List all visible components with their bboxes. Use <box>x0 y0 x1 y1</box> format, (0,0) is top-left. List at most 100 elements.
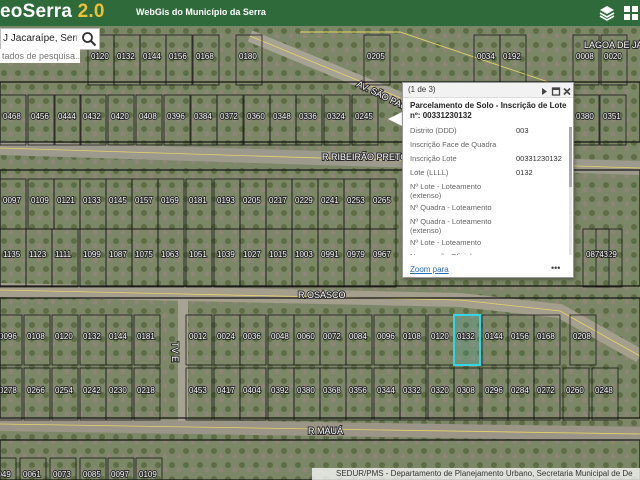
feature-info-popup: (1 de 3) Parcelamento de Solo - Inscriçã… <box>402 82 574 278</box>
attribute-name: Lote (LLLL) <box>410 168 449 177</box>
attribute-row: Inscrição Face de Quadra <box>410 140 565 151</box>
parcel-number-label: 0097 <box>111 470 129 479</box>
parcel-number-label: 0109 <box>139 470 157 479</box>
parcel-number-label: 0360 <box>247 112 265 121</box>
parcel-number-label: 0036 <box>243 332 261 341</box>
parcel-number-label: 0453 <box>189 386 207 395</box>
parcel-number-label: 0408 <box>139 112 157 121</box>
attribute-value: 00331230132 <box>516 154 562 163</box>
parcel-number-label: 0230 <box>109 386 127 395</box>
parcel-number-label: 1039 <box>217 250 235 259</box>
parcel-number-label: 1099 <box>83 250 101 259</box>
search-input[interactable] <box>3 31 77 46</box>
parcel-number-label: 0193 <box>217 196 235 205</box>
attribute-row: Distrito (DDD) 003 <box>410 127 565 137</box>
popup-scrollbar[interactable] <box>569 127 572 255</box>
parcel-number-label: 0208 <box>573 332 591 341</box>
parcel-number-label: 0392 <box>271 386 289 395</box>
parcel-number-label: 0144 <box>143 52 161 61</box>
parcel-number-label: 0072 <box>323 332 341 341</box>
parcel-number-label: 0008 <box>576 52 594 61</box>
parcel-number-label: 0156 <box>511 332 529 341</box>
parcel-number-label: 0284 <box>511 386 529 395</box>
parcel-number-label: 0456 <box>31 112 49 121</box>
parcel-number-label: 0332 <box>403 386 421 395</box>
parcel-number-label: 0260 <box>566 386 584 395</box>
street-name-label: LAGOA DE JA <box>584 40 640 50</box>
scrollbar-thumb[interactable] <box>569 127 572 187</box>
attribute-name: Distrito (DDD) <box>410 127 457 135</box>
parcel-number-label: 1075 <box>135 250 153 259</box>
parcel-number-label: 0121 <box>57 196 75 205</box>
parcel-number-label: 0874 <box>586 250 604 259</box>
parcel-number-label: 0205 <box>367 52 385 61</box>
parcel-number-label: 0145 <box>109 196 127 205</box>
parcel-number-label: 0049 <box>0 470 11 479</box>
attribute-name: Numeração Oficial <box>410 252 510 255</box>
parcel-number-label: 0181 <box>189 196 207 205</box>
parcel-number-label: 1003 <box>295 250 313 259</box>
parcel-number-label: 0253 <box>347 196 365 205</box>
parcel-number-label: 0296 <box>485 386 503 395</box>
attribute-name: Nº Quadra - Loteamento <box>410 203 492 212</box>
app-logo: eoSerra 2.0 <box>0 1 105 23</box>
attribute-row: Nº Lote - Loteamento (extenso) <box>410 182 565 200</box>
attribute-value: 003 <box>516 127 529 135</box>
street-name-label: TV E <box>170 342 180 362</box>
parcel-number-label: 0380 <box>576 112 594 121</box>
attribute-name: Nº Quadra - Loteamento (extenso) <box>410 217 492 235</box>
parcel-number-label: 0012 <box>189 332 207 341</box>
parcel-number-label: 1063 <box>161 250 179 259</box>
search-results-hint: tados de pesquisa... <box>0 49 80 63</box>
parcel-number-label: 0156 <box>169 52 187 61</box>
parcel-number-label: 0060 <box>297 332 315 341</box>
parcel-number-label: 0180 <box>239 52 257 61</box>
parcel-number-label: 1123 <box>29 250 47 259</box>
next-feature-icon[interactable] <box>539 84 549 95</box>
grid-icon[interactable] <box>621 3 640 23</box>
parcel-number-label: 0109 <box>31 196 49 205</box>
parcel-number-label: 0096 <box>0 332 17 341</box>
parcel-number-label: 0368 <box>323 386 341 395</box>
app-header: eoSerra 2.0 WebGis do Município da Serra <box>0 0 640 26</box>
parcel-number-label: 0242 <box>83 386 101 395</box>
parcel-number-label: 0192 <box>503 52 521 61</box>
search-icon[interactable] <box>81 31 97 47</box>
parcel-number-label: 0320 <box>431 386 449 395</box>
parcel-number-label: 0024 <box>217 332 235 341</box>
parcel-number-label: 1015 <box>269 250 287 259</box>
street-name-label: R OSASCO <box>298 290 346 300</box>
close-icon[interactable] <box>562 84 572 96</box>
parcel-number-label: 1135 <box>3 250 21 259</box>
layers-icon[interactable] <box>597 3 617 23</box>
attribute-row: Nº Quadra - Loteamento <box>410 203 565 214</box>
attribute-row: Lote (LLLL) 0132 <box>410 168 565 179</box>
attribute-value: 0132 <box>516 168 533 177</box>
parcel-number-label: 0217 <box>269 196 287 205</box>
attribute-row: Inscrição Lote 00331230132 <box>410 154 565 165</box>
parcel-number-label: 0144 <box>109 332 127 341</box>
parcel-number-label: 0967 <box>373 250 391 259</box>
zoom-to-link[interactable]: Zoom para <box>410 265 449 274</box>
parcel-number-label: 0120 <box>55 332 73 341</box>
parcel-number-label: 0048 <box>271 332 289 341</box>
parcel-number-label: 0404 <box>243 386 261 395</box>
popup-pointer <box>388 112 402 126</box>
attribute-row: Nº Quadra - Loteamento (extenso) <box>410 217 565 235</box>
parcel-number-label: 1051 <box>189 250 207 259</box>
popup-pager: (1 de 3) <box>408 85 436 94</box>
parcel-number-label: 0229 <box>295 196 313 205</box>
street-name-label: R MAUÁ <box>308 426 343 436</box>
parcel-number-label: 0108 <box>403 332 421 341</box>
parcel-number-label: 1111 <box>55 250 72 259</box>
parcel-number-label: 0278 <box>0 386 17 395</box>
parcel-number-label: 0132 <box>117 52 135 61</box>
parcel-number-label: 0168 <box>196 52 214 61</box>
parcel-number-label: 0248 <box>595 386 613 395</box>
parcel-number-label: 0254 <box>55 386 73 395</box>
parcel-number-label: 0991 <box>321 250 339 259</box>
maximize-icon[interactable] <box>551 84 561 96</box>
more-actions-button[interactable]: ••• <box>551 263 560 273</box>
popup-toolbar: (1 de 3) <box>403 83 573 98</box>
map-attribution: SEDUR/PMS - Departamento de Planejamento… <box>312 468 640 480</box>
